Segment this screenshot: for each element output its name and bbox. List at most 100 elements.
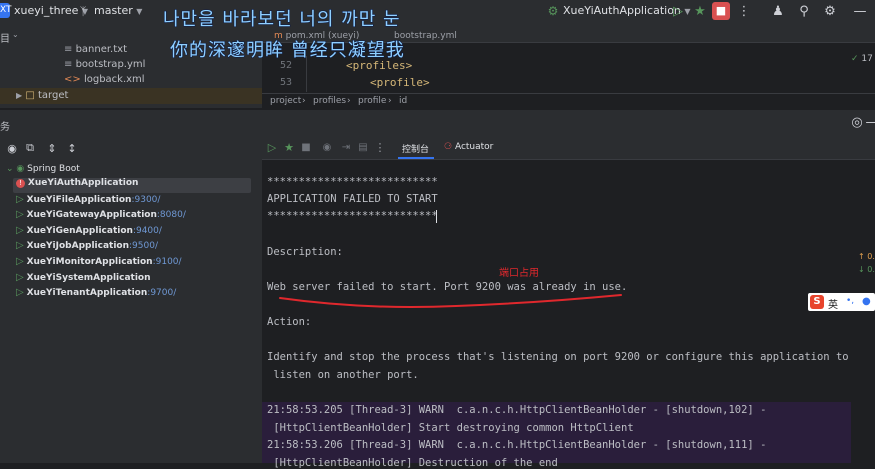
more-icon[interactable]: ⋮ — [372, 139, 388, 155]
code-line[interactable]: <profile> — [370, 76, 430, 89]
stop-icon[interactable]: ■ — [298, 139, 314, 155]
line-number: 53 — [280, 77, 293, 88]
scroll-up-indicator[interactable]: ↑ 0. — [858, 252, 875, 261]
restore-icon[interactable]: ▤ — [355, 139, 371, 155]
service-row-system[interactable]: ▷ XueYiSystemApplication — [16, 272, 261, 287]
service-port[interactable]: :9300/ — [131, 195, 160, 205]
log-line: 21:58:53.205 [Thread-3] WARN c.a.n.c.h.H… — [267, 404, 767, 416]
branch-icon: ᛉ — [79, 4, 87, 18]
service-name: XueYiMonitorApplication — [26, 257, 153, 267]
services-header — [0, 109, 875, 136]
tree-partial-label: 目 — [0, 34, 10, 45]
console-failed: APPLICATION FAILED TO START — [267, 193, 438, 205]
service-row-monitor[interactable]: ▷ XueYiMonitorApplication:9100/ — [16, 256, 261, 271]
service-row-job[interactable]: ▷ XueYiJobApplication:9500/ — [16, 240, 261, 255]
console-stars: *************************** — [267, 210, 438, 222]
group-label: Spring Boot — [27, 164, 80, 174]
console-description-label: Description: — [267, 246, 343, 258]
ime-mode[interactable]: 英 — [828, 296, 838, 311]
service-port[interactable]: :9700/ — [147, 288, 176, 298]
service-name: XueYiAuthApplication — [27, 178, 139, 188]
stop-button[interactable]: ■ — [712, 2, 730, 20]
warnings-count: 17 — [861, 54, 873, 64]
breadcrumb-item[interactable]: project — [270, 96, 301, 106]
check-icon: ✓ — [851, 54, 859, 64]
service-name: XueYiJobApplication — [26, 241, 130, 251]
breadcrumb-item[interactable]: profile — [358, 96, 386, 106]
run-icon: ▷ — [16, 209, 24, 220]
tab-actuator[interactable]: ⚆ Actuator — [444, 142, 493, 152]
expand-icon[interactable]: ⇕ — [44, 140, 60, 156]
new-service-icon[interactable]: ⧉ — [22, 140, 38, 156]
spring-icon: ◉ — [16, 164, 25, 174]
punctuation-icon[interactable]: •, — [846, 296, 854, 306]
tree-item-bootstrap[interactable]: ≡ bootstrap.yml — [64, 59, 145, 70]
service-port[interactable]: :9400/ — [133, 226, 162, 236]
service-port[interactable]: :9100/ — [153, 257, 182, 267]
chevron-right-icon: ▶ — [16, 91, 23, 100]
minimize-icon[interactable]: — — [864, 114, 875, 130]
search-icon[interactable]: ⚲ — [796, 3, 812, 19]
service-name: XueYiFileApplication — [26, 195, 132, 205]
folder-icon: □ — [25, 90, 35, 101]
add-user-icon[interactable]: ♟ — [770, 3, 786, 19]
service-row-file[interactable]: ▷ XueYiFileApplication:9300/ — [16, 194, 261, 209]
text-cursor — [436, 210, 437, 223]
window-controls[interactable]: — — [852, 3, 868, 19]
services-title: 务 — [0, 122, 10, 133]
yaml-file-icon: ≡ — [64, 59, 76, 70]
run-icon: ▷ — [16, 272, 24, 283]
warnings-indicator[interactable]: ✓ 17 — [851, 54, 873, 64]
text-file-icon: ≡ — [64, 44, 76, 55]
debug-icon[interactable]: ★ — [281, 139, 297, 155]
run-icon: ▷ — [16, 194, 24, 205]
console-action-label: Action: — [267, 316, 312, 328]
breadcrumb-sep: › — [302, 96, 306, 106]
console-side-strip — [851, 160, 875, 463]
run-icon[interactable]: ▷ — [670, 3, 686, 19]
lyric-line-korean: 나만을 바라보던 너의 까만 눈 — [163, 9, 401, 31]
collapse-icon[interactable]: ↕ — [64, 140, 80, 156]
tree-item-logback[interactable]: <> logback.xml — [64, 74, 145, 85]
gear-icon[interactable]: ⚙ — [822, 3, 838, 19]
console-action-line: Identify and stop the process that's lis… — [267, 351, 849, 363]
camera-icon[interactable]: ◉ — [319, 139, 335, 155]
rerun-icon[interactable]: ▷ — [264, 139, 280, 155]
tree-item-banner[interactable]: ≡ banner.txt — [64, 44, 127, 55]
branch-name: master — [94, 4, 133, 17]
breadcrumb-item[interactable]: id — [399, 96, 407, 106]
tree-item-label: logback.xml — [83, 74, 145, 85]
microphone-icon[interactable]: ● — [862, 296, 871, 307]
branch-selector[interactable]: master ▼ — [94, 4, 142, 17]
more-icon[interactable]: ⋮ — [736, 3, 752, 19]
actuator-icon: ⚆ — [444, 142, 453, 152]
service-name: XueYiGenApplication — [26, 226, 133, 236]
service-row-gen[interactable]: ▷ XueYiGenApplication:9400/ — [16, 225, 261, 240]
breadcrumb-sep: › — [347, 96, 351, 106]
breadcrumb-item[interactable]: profiles — [313, 96, 346, 106]
sogou-logo-icon: S — [810, 295, 824, 309]
login-icon[interactable]: ⇥ — [338, 139, 354, 155]
service-row-tenant[interactable]: ▷ XueYiTenantApplication:9700/ — [16, 287, 261, 302]
tab-console[interactable]: 控制台 — [402, 142, 429, 155]
service-port[interactable]: :9500/ — [129, 241, 158, 251]
service-row-gateway[interactable]: ▷ XueYiGatewayApplication:8080/ — [16, 209, 261, 224]
spring-boot-group[interactable]: ⌄ ◉ Spring Boot — [6, 164, 251, 179]
project-name: xueyi_three — [14, 4, 79, 17]
service-port[interactable]: :8080/ — [157, 210, 186, 220]
service-name: XueYiTenantApplication — [26, 288, 148, 298]
run-config-name: XueYiAuthApplication — [563, 4, 681, 17]
run-icon: ▷ — [16, 240, 24, 251]
console-stars: *************************** — [267, 176, 438, 188]
run-icon: ▷ — [16, 287, 24, 298]
debug-icon[interactable]: ★ — [692, 3, 708, 19]
settings-icon[interactable]: ◎ — [849, 114, 865, 130]
eye-icon[interactable]: ◉ — [4, 140, 20, 156]
service-row-auth[interactable]: ! XueYiAuthApplication — [13, 178, 251, 193]
scroll-down-indicator[interactable]: ↓ 0. — [858, 265, 875, 274]
xml-file-icon: <> — [64, 74, 81, 85]
tree-item-target[interactable]: ▶ □ target — [16, 90, 68, 101]
chevron-down-icon: ▼ — [136, 7, 143, 16]
log-line: [HttpClientBeanHolder] Destruction of th… — [267, 457, 558, 469]
project-badge[interactable]: XT — [0, 3, 12, 18]
